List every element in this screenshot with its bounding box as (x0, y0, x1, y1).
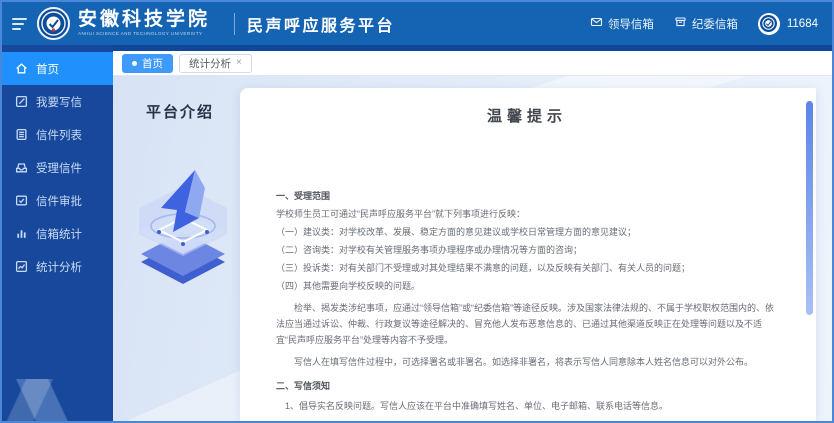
write-letter-icon (15, 95, 28, 108)
card-scrollbar-thumb[interactable] (806, 101, 813, 315)
main-row: 首页 我要写信 信件列表 受理信件 (2, 45, 832, 421)
paragraph: 写信人在填写信件过程中，可选择署名或非署名。如选择非署名，将表示写信人同意除本人… (276, 354, 778, 370)
content-column: 首页 统计分析 × 平台介绍 (113, 45, 832, 421)
platform-illustration (133, 148, 233, 298)
sidebar-item-letter-approval[interactable]: 信件审批 (2, 184, 113, 217)
inbox-tray-icon (15, 161, 28, 174)
sidebar-item-statistical-analysis[interactable]: 统计分析 (2, 250, 113, 283)
menu-collapse-icon[interactable] (12, 18, 27, 30)
leader-mailbox-link[interactable]: 领导信箱 (590, 16, 654, 32)
sidebar-item-label: 我要写信 (36, 94, 82, 110)
notice-card: 温馨提示 一、受理范围 学校师生员工可通过“民声呼应服务平台”就下列事项进行反映… (240, 88, 816, 421)
bar-chart-icon (15, 227, 28, 240)
sidebar-item-label: 受理信件 (36, 160, 82, 176)
app-window: 安徽科技学院 ANHUI SCIENCE AND TECHNOLOGY UNIV… (0, 0, 834, 423)
sidebar-item-label: 信件列表 (36, 127, 82, 143)
tab-bar: 首页 统计分析 × (113, 51, 832, 76)
university-logo (37, 7, 70, 40)
sidebar-item-letter-list[interactable]: 信件列表 (2, 118, 113, 151)
discipline-mailbox-link[interactable]: 纪委信箱 (674, 16, 738, 32)
sidebar-item-label: 首页 (36, 61, 59, 77)
paragraph: （四）其他需要向学校反映的问题。 (276, 278, 778, 294)
notice-card-title: 温馨提示 (276, 105, 778, 126)
university-name: 安徽科技学院 (78, 10, 210, 29)
panel-title: 平台介绍 (131, 101, 233, 122)
sidebar-item-mailbox-stats[interactable]: 信箱统计 (2, 217, 113, 250)
university-name-en: ANHUI SCIENCE AND TECHNOLOGY UNIVERSITY (78, 32, 210, 37)
header-right: 领导信箱 纪委信箱 11684 (590, 13, 818, 35)
platform-intro-panel: 平台介绍 (131, 88, 233, 421)
platform-title: 民声呼应服务平台 (247, 12, 395, 36)
content-body: 平台介绍 (113, 76, 832, 421)
sidebar-item-label: 信箱统计 (36, 226, 82, 242)
line-chart-icon (15, 260, 28, 273)
mailbox-icon (674, 16, 687, 31)
paragraph: （一）建议类：对学校改革、发展、稳定方面的意见建议或学校日常管理方面的意见建议； (276, 224, 778, 240)
tab-close-icon[interactable]: × (236, 58, 242, 68)
user-avatar (758, 13, 780, 35)
sidebar-item-label: 信件审批 (36, 193, 82, 209)
paragraph: 学校师生员工可通过“民声呼应服务平台”就下列事项进行反映： (276, 206, 778, 222)
top-header: 安徽科技学院 ANHUI SCIENCE AND TECHNOLOGY UNIV… (2, 2, 832, 45)
university-name-block: 安徽科技学院 ANHUI SCIENCE AND TECHNOLOGY UNIV… (78, 10, 210, 37)
tab-statistical-analysis[interactable]: 统计分析 × (179, 54, 252, 73)
leader-mailbox-label: 领导信箱 (608, 16, 654, 32)
discipline-mailbox-label: 纪委信箱 (692, 16, 738, 32)
section-heading: 一、受理范围 (276, 188, 778, 204)
tab-active-dot-icon (132, 61, 137, 66)
home-icon (15, 62, 28, 75)
paragraph: 检举、揭发类涉纪事项，应通过“领导信箱”或“纪委信箱”等途径反映。涉及国家法律法… (276, 300, 778, 348)
paragraph: （三）投诉类：对有关部门不受理或对其处理结果不满意的问题，以及反映有关部门、有关… (276, 260, 778, 276)
tab-label: 统计分析 (189, 56, 231, 71)
isometric-cube-illustration (133, 148, 233, 293)
paragraph: （二）咨询类：对学校有关管理服务事项办理程序或办理情况等方面的咨询； (276, 242, 778, 258)
sidebar-item-label: 统计分析 (36, 259, 82, 275)
avatar-seal-icon (762, 17, 775, 30)
user-id: 11684 (787, 18, 818, 30)
paragraph: 2、倡导真实文明用语。写信人应实事求是、真实反映问题，尽可能提供详尽信息，明确诉… (276, 418, 778, 421)
tab-label: 首页 (142, 56, 163, 71)
header-divider (234, 13, 235, 35)
section-heading: 二、写信须知 (276, 378, 778, 394)
approval-check-icon (15, 194, 28, 207)
sidebar-nav: 首页 我要写信 信件列表 受理信件 (2, 45, 113, 421)
envelope-icon (590, 16, 603, 31)
university-seal-icon (41, 11, 66, 36)
letter-list-icon (15, 128, 28, 141)
tab-home[interactable]: 首页 (122, 54, 173, 73)
user-area[interactable]: 11684 (758, 13, 818, 35)
paragraph: 1、倡导实名反映问题。写信人应该在平台中准确填写姓名、单位、电子邮箱、联系电话等… (276, 398, 778, 414)
sidebar-item-write-letter[interactable]: 我要写信 (2, 85, 113, 118)
sidebar-item-home[interactable]: 首页 (2, 52, 113, 85)
sidebar-item-accept-letter[interactable]: 受理信件 (2, 151, 113, 184)
